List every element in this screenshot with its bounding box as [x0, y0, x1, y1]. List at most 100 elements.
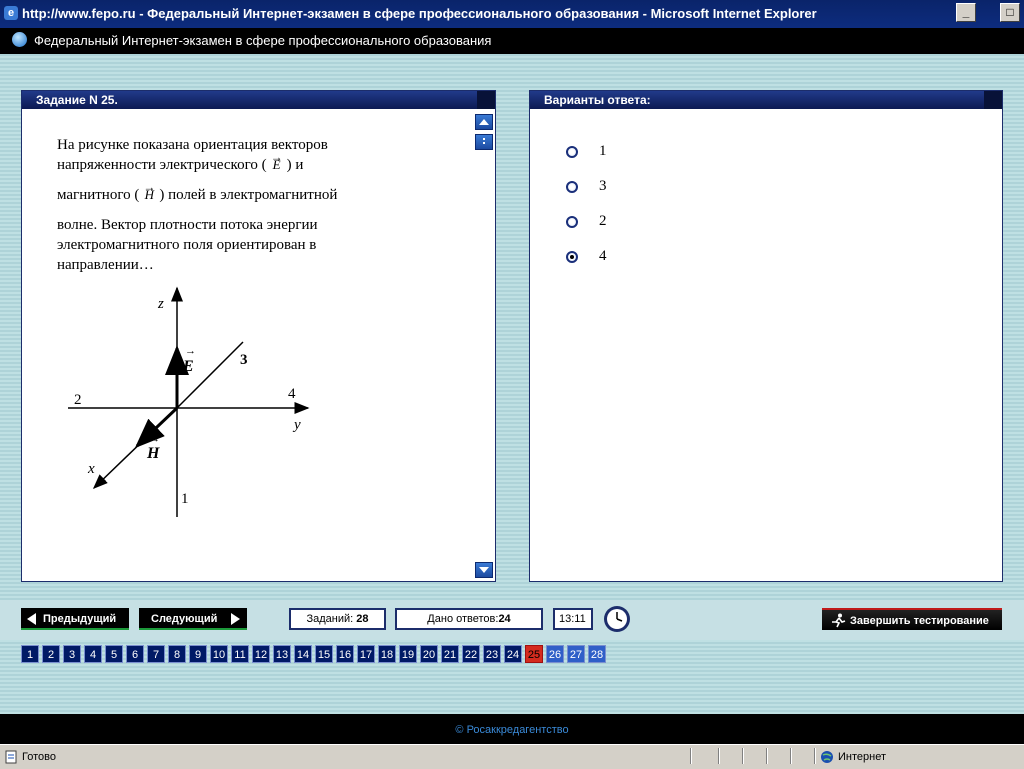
status-divider [814, 748, 816, 764]
question-number-button[interactable]: 18 [378, 645, 396, 663]
previous-button[interactable]: Предыдущий [21, 608, 129, 630]
app-header-title: Федеральный Интернет-экзамен в сфере про… [34, 33, 492, 48]
minimize-button[interactable]: _ [956, 3, 976, 22]
maximize-button[interactable]: □ [1000, 3, 1020, 22]
question-line: магнитного (→ H) полей в электромагнитной [57, 180, 417, 205]
answer-radio[interactable] [566, 216, 578, 228]
e-vector-label: E [182, 358, 194, 375]
answer-label[interactable]: 4 [599, 248, 607, 265]
answer-label[interactable]: 2 [599, 213, 607, 230]
vector-e-symbol: → E [270, 150, 283, 172]
question-number-button[interactable]: 10 [210, 645, 228, 663]
page-icon [5, 750, 17, 764]
running-man-icon [832, 613, 846, 628]
question-number-button[interactable]: 13 [273, 645, 291, 663]
e-vector-arrowhead-mark: → [185, 345, 196, 357]
task-panel-header: Задание N 25. [22, 91, 495, 109]
arrow-up-icon [479, 119, 489, 125]
question-number-button[interactable]: 6 [126, 645, 144, 663]
question-number-button[interactable]: 22 [462, 645, 480, 663]
question-number-button[interactable]: 8 [168, 645, 186, 663]
question-number-current[interactable]: 25 [525, 645, 543, 663]
answer-radio-selected[interactable] [566, 251, 578, 263]
question-fragment: напряженности электрического ( [57, 157, 267, 173]
scroll-down-button[interactable] [475, 562, 493, 578]
question-fragment: ) и [286, 157, 304, 173]
direction-4-label: 4 [288, 386, 296, 402]
answered-count-box: Дано ответов:24 [395, 608, 543, 630]
question-number-button[interactable]: 12 [252, 645, 270, 663]
status-divider [742, 748, 744, 764]
answer-radio[interactable] [566, 146, 578, 158]
status-divider [766, 748, 768, 764]
tasks-count-label: Заданий: [306, 613, 354, 625]
answers-panel-header: Варианты ответа: [530, 91, 1002, 109]
answers-panel: Варианты ответа: [529, 90, 1003, 582]
question-fragment: магнитного ( [57, 187, 140, 203]
next-button[interactable]: Следующий [139, 608, 247, 630]
question-line: напряженности электрического (→ E) и [57, 150, 417, 175]
h-vector-arrowhead-mark: → [149, 433, 160, 445]
status-divider [718, 748, 720, 764]
scroll-up-button[interactable] [475, 114, 493, 130]
question-number-button[interactable]: 21 [441, 645, 459, 663]
status-text: Готово [22, 751, 56, 763]
answer-label[interactable]: 3 [599, 178, 607, 195]
direction-3-label: 3 [240, 352, 248, 368]
browser-status-bar: Готово Интернет [0, 744, 1024, 769]
answered-count-label: Дано ответов: [427, 613, 499, 625]
question-text: На рисунке показана ориентация векторов … [57, 135, 417, 275]
tasks-count-box: Заданий: 28 [289, 608, 386, 630]
timer-value: 13:11 [559, 613, 586, 625]
question-line: направлении… [57, 257, 154, 273]
arrow-right-icon [231, 613, 240, 625]
grip-icon [483, 138, 485, 144]
question-number-button[interactable]: 4 [84, 645, 102, 663]
z-axis-label: z [157, 296, 164, 312]
question-line: На рисунке показана ориентация векторов [57, 137, 328, 153]
finish-test-button[interactable]: Завершить тестирование [822, 608, 1002, 630]
previous-button-label: Предыдущий [43, 613, 117, 625]
security-zone-text: Интернет [838, 751, 886, 763]
status-divider [690, 748, 692, 764]
internet-explorer-icon: e [4, 6, 18, 20]
question-line: электромагнитного поля ориентирован в [57, 237, 317, 253]
copyright-text: © Росаккредагентство [455, 724, 569, 736]
finish-test-label: Завершить тестирование [850, 615, 989, 627]
exam-logo-icon [12, 32, 27, 47]
question-number-button[interactable]: 3 [63, 645, 81, 663]
tasks-count-value: 28 [356, 613, 369, 625]
arrow-left-icon [27, 613, 36, 625]
answered-count-value: 24 [498, 613, 511, 625]
question-number-button[interactable]: 24 [504, 645, 522, 663]
question-number-button[interactable]: 16 [336, 645, 354, 663]
answer-label[interactable]: 1 [599, 143, 607, 160]
window-title-bar: e http://www.fepo.ru - Федеральный Интер… [0, 0, 1024, 28]
question-number-button[interactable]: 19 [399, 645, 417, 663]
page-footer: © Росаккредагентство [0, 714, 1024, 744]
status-divider [790, 748, 792, 764]
question-number-button[interactable]: 9 [189, 645, 207, 663]
question-fragment: ) полей в электромагнитной [159, 187, 338, 203]
question-number-button[interactable]: 11 [231, 645, 249, 663]
next-button-label: Следующий [151, 613, 218, 625]
answer-radio[interactable] [566, 181, 578, 193]
question-number-button[interactable]: 26 [546, 645, 564, 663]
question-number-button[interactable]: 14 [294, 645, 312, 663]
question-number-button[interactable]: 28 [588, 645, 606, 663]
scroll-thumb[interactable] [475, 134, 493, 150]
app-header: Федеральный Интернет-экзамен в сфере про… [0, 28, 1024, 54]
question-number-button[interactable]: 17 [357, 645, 375, 663]
question-number-button[interactable]: 27 [567, 645, 585, 663]
question-number-button[interactable]: 23 [483, 645, 501, 663]
direction-2-label: 2 [74, 392, 82, 408]
vector-diagram: z y x E → H → 1 2 3 4 [68, 286, 310, 517]
clock-icon [604, 606, 630, 632]
question-number-button[interactable]: 15 [315, 645, 333, 663]
question-number-button[interactable]: 2 [42, 645, 60, 663]
globe-icon [821, 751, 833, 763]
question-number-button[interactable]: 5 [105, 645, 123, 663]
question-number-button[interactable]: 1 [21, 645, 39, 663]
question-number-button[interactable]: 20 [420, 645, 438, 663]
question-number-button[interactable]: 7 [147, 645, 165, 663]
